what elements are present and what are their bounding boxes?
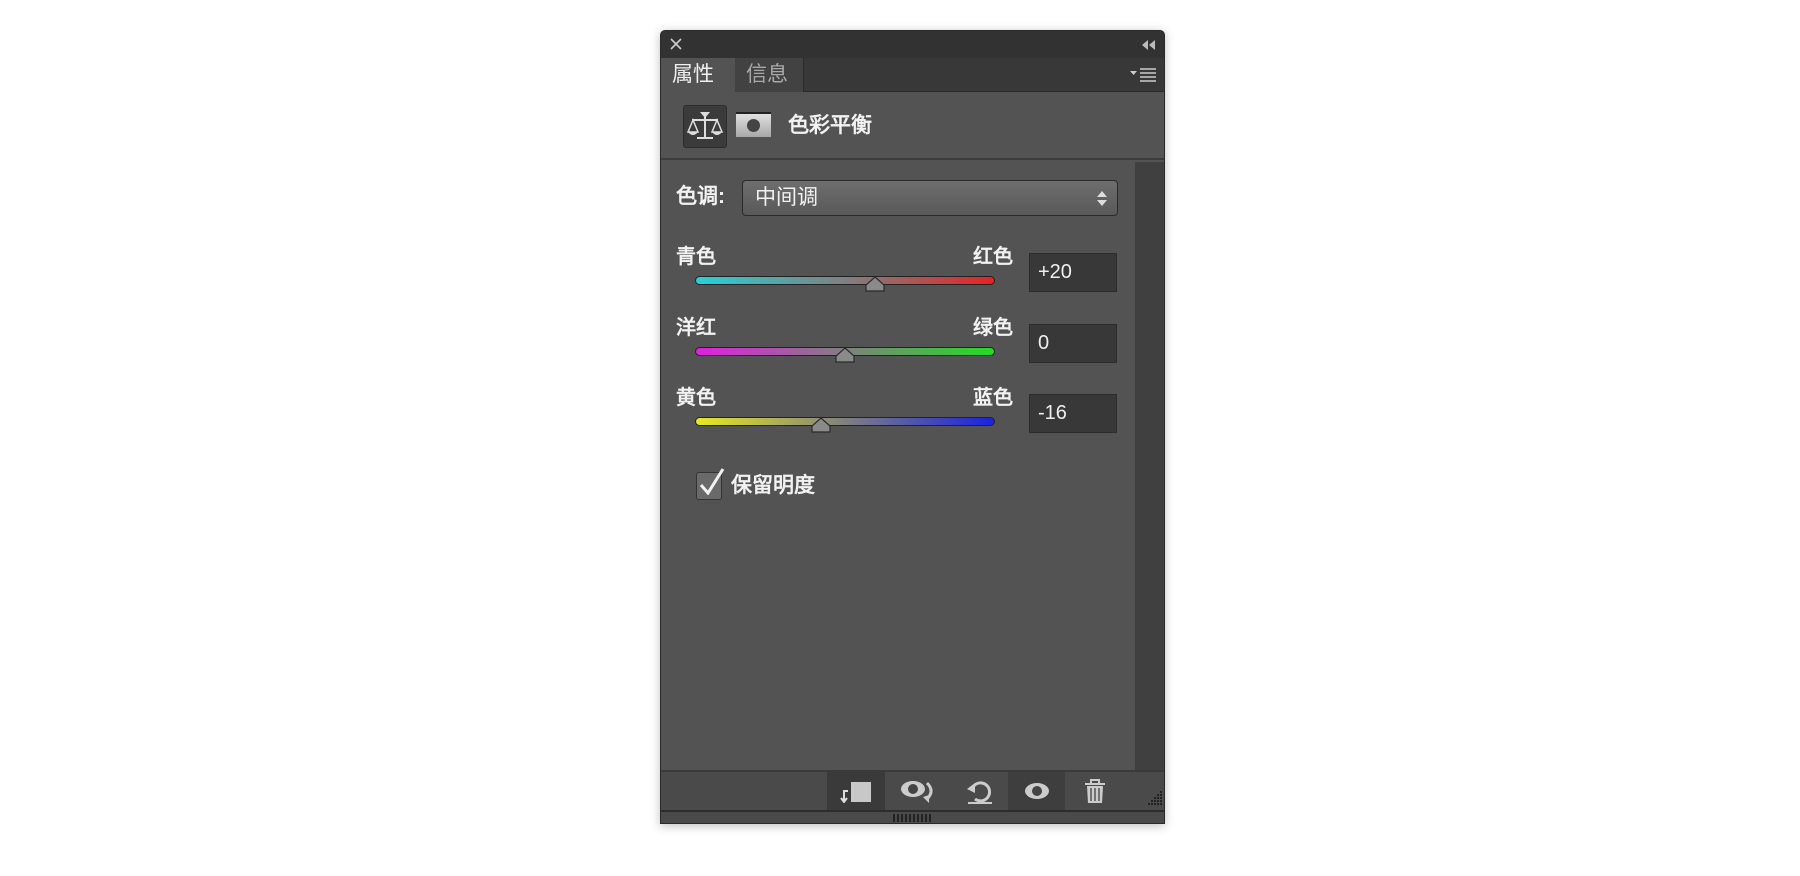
mask-icon[interactable] [736, 112, 771, 137]
scrollbar[interactable] [1135, 162, 1164, 770]
slider-value-input[interactable]: 0 [1029, 324, 1117, 363]
chevron-up-down-icon [1097, 191, 1107, 206]
tone-dropdown[interactable]: 中间调 [742, 180, 1118, 216]
visibility-icon [1024, 783, 1049, 799]
slider-left-label: 黄色 [676, 387, 716, 409]
slider-right-label: 红色 [973, 246, 1013, 268]
slider-value-input[interactable]: -16 [1029, 394, 1117, 433]
tone-value: 中间调 [755, 186, 818, 209]
color-balance-icon[interactable] [683, 105, 727, 148]
delete-button[interactable] [1065, 772, 1125, 810]
slider-left-label: 青色 [676, 246, 716, 268]
view-previous-icon [901, 781, 933, 803]
tone-label: 色调: [676, 185, 725, 208]
drag-handle-icon[interactable] [893, 814, 933, 822]
tab-properties[interactable]: 属性 [661, 58, 735, 92]
preserve-luminosity-checkbox[interactable] [696, 468, 725, 500]
slider-right-label: 蓝色 [973, 387, 1013, 409]
slider-thumb[interactable] [811, 417, 831, 433]
properties-panel: 属性 信息 色彩平衡 色调: 中间调 青色 红色 +20 洋红 绿色 0 黄色 蓝色… [660, 30, 1165, 824]
clip-to-layer-button[interactable] [827, 772, 885, 810]
preserve-luminosity-label: 保留明度 [731, 474, 815, 497]
panel-title-bar [661, 31, 1164, 58]
slider-right-label: 绿色 [973, 317, 1013, 339]
panel-header: 色彩平衡 [661, 92, 1164, 160]
clip-to-layer-icon [840, 782, 871, 803]
panel-bottom-handle[interactable] [661, 810, 1164, 823]
color-slider-track[interactable] [695, 417, 995, 426]
panel-menu-icon[interactable] [1130, 68, 1158, 82]
slider-left-label: 洋红 [676, 317, 716, 339]
tab-bar: 属性 信息 [661, 58, 1164, 92]
reset-button[interactable] [951, 772, 1008, 810]
tab-info[interactable]: 信息 [735, 58, 804, 92]
close-icon[interactable] [670, 38, 682, 50]
resize-grip-icon[interactable] [1147, 790, 1163, 806]
collapse-icon[interactable] [1142, 40, 1156, 50]
color-slider-track[interactable] [695, 276, 995, 285]
checkmark-icon [699, 468, 725, 495]
view-previous-button[interactable] [885, 772, 951, 810]
adjustment-title: 色彩平衡 [788, 114, 872, 137]
visibility-button[interactable] [1008, 772, 1065, 810]
slider-value-input[interactable]: +20 [1029, 253, 1117, 292]
panel-footer [661, 770, 1164, 810]
slider-thumb[interactable] [835, 347, 855, 363]
trash-icon [1085, 779, 1105, 803]
slider-thumb[interactable] [865, 276, 885, 292]
reset-icon [966, 781, 992, 804]
